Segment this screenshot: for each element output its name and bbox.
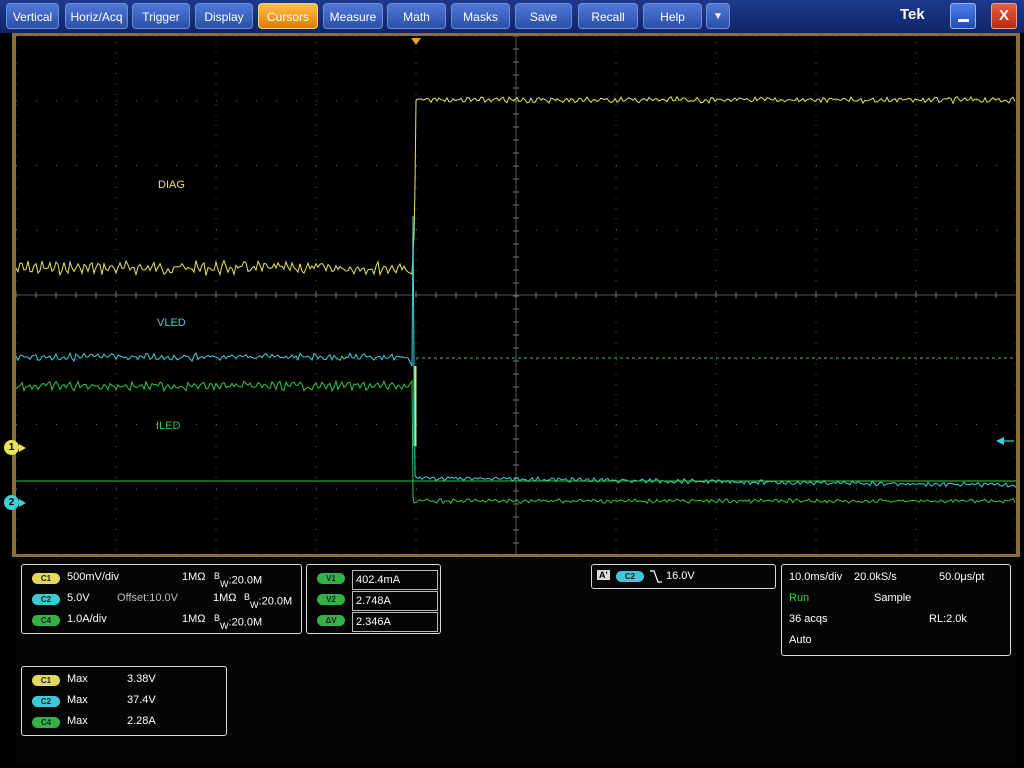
ch2-offset: Offset:10.0V [117,592,178,604]
acquisition-count: 36 acqs [789,613,828,625]
meas-c1-label: Max [67,673,88,685]
ch2-scale: 5.0V [67,592,90,604]
ch1-pill[interactable]: C1 [32,573,60,584]
ch2-bandwidth: BW:20.0M [244,592,293,610]
minimize-button[interactable] [950,3,976,29]
ch1-scale: 500mV/div [67,571,119,583]
meas-c4-pill: C4 [32,717,60,728]
trigger-mode: Auto [789,634,812,646]
run-state: Run [789,592,810,604]
close-button[interactable]: X [991,3,1017,29]
menu-vertical[interactable]: Vertical [6,3,59,29]
horizontal-readout-box[interactable]: 10.0ms/div 20.0kS/s 50.0μs/pt Run Sample… [781,564,1011,656]
cursor-v1-value: 402.4mA [352,570,438,590]
trigger-level: 16.0V [666,570,695,582]
menu-masks[interactable]: Masks [451,3,510,29]
menu-measure[interactable]: Measure [323,3,383,29]
channel-settings-box[interactable]: C1 500mV/div 1MΩ BW:20.0M C2 5.0V Offset… [21,564,302,634]
menu-math[interactable]: Math [387,3,446,29]
menu-recall[interactable]: Recall [578,3,638,29]
falling-edge-icon [650,570,662,583]
sample-rate: 20.0kS/s [854,571,897,583]
cursor-readout-box[interactable]: V1 402.4mA V2 2.748A ΔV 2.346A [306,564,441,634]
trigger-badge: A' [597,570,610,580]
waveform-svg [16,36,1016,554]
ch1-bandwidth: BW:20.0M [214,571,263,589]
ch4-bandwidth: BW:20.0M [214,613,263,631]
menu-display[interactable]: Display [195,3,253,29]
trigger-source-pill: C2 [616,571,644,582]
meas-c2-label: Max [67,694,88,706]
record-length: RL:2.0k [929,613,967,625]
cursor-v2-value: 2.748A [352,591,438,611]
menu-cursors[interactable]: Cursors [258,3,318,29]
ch2-impedance: 1MΩ [213,592,237,604]
ch2-ground-marker[interactable]: 2 [4,495,19,510]
measurement-box[interactable]: C1 Max 3.38V C2 Max 37.4V C4 Max 2.28A [21,666,227,736]
time-per-point: 50.0μs/pt [939,571,985,583]
time-scale: 10.0ms/div [789,571,843,583]
cursor-v2-pill: V2 [317,594,345,605]
meas-c1-value: 3.38V [127,673,156,685]
ch2-pill[interactable]: C2 [32,594,60,605]
meas-c4-value: 2.28A [127,715,156,727]
menu-dropdown-icon[interactable]: ▼ [706,3,730,29]
trigger-readout-box[interactable]: A' C2 16.0V [591,564,776,589]
menu-bar: Vertical Horiz/Acq Trigger Display Curso… [0,0,1024,33]
menu-horiz-acq[interactable]: Horiz/Acq [65,3,128,29]
meas-c4-label: Max [67,715,88,727]
waveform-graticule[interactable]: DIAG VLED ILED 1 2 [4,36,1016,554]
ch1-ground-marker[interactable]: 1 [4,440,19,455]
vled-trace-label: VLED [157,317,186,329]
cursor-delta-value: 2.346A [352,612,438,632]
diag-trace-label: DIAG [158,179,185,191]
ch4-impedance: 1MΩ [182,613,206,625]
grid-lines [16,36,1016,554]
menu-help[interactable]: Help [643,3,702,29]
ch1-impedance: 1MΩ [182,571,206,583]
meas-c1-pill: C1 [32,675,60,686]
menu-trigger[interactable]: Trigger [132,3,190,29]
meas-c2-value: 37.4V [127,694,156,706]
cursor-delta-pill: ΔV [317,615,345,626]
menu-save[interactable]: Save [515,3,572,29]
brand-logo: Tek [900,6,925,23]
iled-trace-label: ILED [156,420,181,432]
meas-c2-pill: C2 [32,696,60,707]
ch4-scale: 1.0A/div [67,613,107,625]
ch4-pill[interactable]: C4 [32,615,60,626]
acquisition-mode: Sample [874,592,912,604]
cursor-v1-pill: V1 [317,573,345,584]
